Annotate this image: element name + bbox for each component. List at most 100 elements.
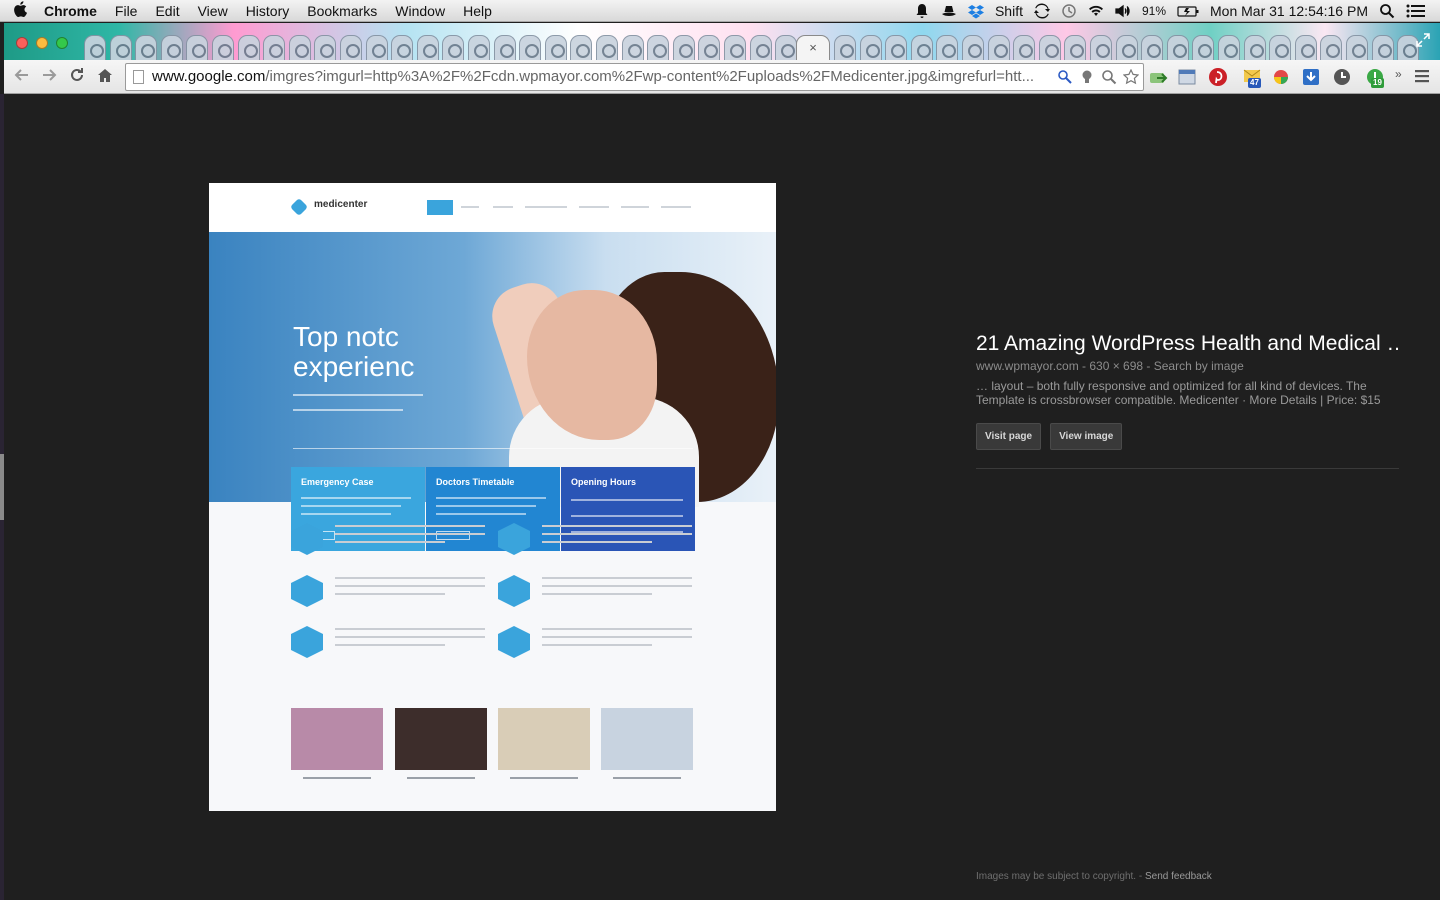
- pinned-tab[interactable]: [596, 35, 618, 60]
- pinned-tab[interactable]: [859, 35, 882, 60]
- view-image-button[interactable]: View image: [1050, 423, 1123, 450]
- pinned-tab[interactable]: [288, 35, 311, 60]
- pinned-tab[interactable]: [186, 35, 209, 60]
- pinned-tab[interactable]: [391, 35, 414, 60]
- pinned-tab[interactable]: [570, 35, 593, 60]
- notification-center-icon[interactable]: [1406, 3, 1426, 19]
- pinned-tab[interactable]: [1064, 35, 1087, 60]
- pinned-tab[interactable]: [1218, 35, 1240, 60]
- pinned-tab[interactable]: [1013, 35, 1036, 60]
- pinned-tab[interactable]: [724, 35, 746, 60]
- battery-icon[interactable]: [1177, 3, 1199, 19]
- pinned-tab[interactable]: [1115, 35, 1138, 60]
- menu-view[interactable]: View: [189, 3, 237, 19]
- pinned-tab[interactable]: [672, 35, 695, 60]
- pinned-tab[interactable]: [340, 35, 362, 60]
- extensions-overflow-icon[interactable]: »: [1395, 67, 1402, 81]
- menu-edit[interactable]: Edit: [146, 3, 188, 19]
- pinned-tab[interactable]: [1192, 35, 1215, 60]
- pinned-tab[interactable]: [1141, 35, 1164, 60]
- tab-active[interactable]: ×: [796, 35, 830, 60]
- pinned-tab[interactable]: [442, 35, 465, 60]
- dropbox-icon[interactable]: [967, 3, 984, 19]
- pinned-tab[interactable]: [544, 35, 567, 60]
- pinned-tab[interactable]: [987, 35, 1010, 60]
- pinned-tab[interactable]: [885, 35, 908, 60]
- download-icon[interactable]: [1301, 67, 1321, 87]
- pinned-tab[interactable]: [212, 35, 234, 60]
- menu-help[interactable]: Help: [454, 3, 501, 19]
- zoom-window-button[interactable]: [56, 37, 68, 49]
- image-meta[interactable]: www.wpmayor.com - 630 × 698 - Search by …: [976, 359, 1400, 373]
- bookmark-star-icon[interactable]: [1123, 69, 1139, 85]
- pinned-tab[interactable]: [1243, 35, 1266, 60]
- pinned-tab[interactable]: [1038, 35, 1061, 60]
- pinned-tab[interactable]: [416, 35, 439, 60]
- pinned-tab[interactable]: [910, 35, 933, 60]
- volume-icon[interactable]: [1115, 3, 1131, 19]
- battery-percent[interactable]: 91%: [1142, 4, 1166, 18]
- pinned-tab[interactable]: [365, 35, 388, 60]
- pinned-tab[interactable]: [621, 35, 644, 60]
- menu-file[interactable]: File: [106, 3, 147, 19]
- clock-extension-icon[interactable]: [1332, 67, 1352, 87]
- menu-window[interactable]: Window: [386, 3, 454, 19]
- incognito-hat-icon[interactable]: [941, 3, 957, 19]
- evernote-extension-icon[interactable]: 19: [1365, 67, 1385, 88]
- fullscreen-icon[interactable]: [1414, 32, 1432, 50]
- menu-history[interactable]: History: [237, 3, 299, 19]
- close-window-button[interactable]: [16, 37, 28, 49]
- wifi-icon[interactable]: [1088, 3, 1104, 19]
- pinned-tab[interactable]: [84, 35, 106, 60]
- minimize-window-button[interactable]: [36, 37, 48, 49]
- pinned-tab[interactable]: [775, 35, 798, 60]
- pinned-tab[interactable]: [263, 35, 286, 60]
- menubar-clock[interactable]: Mon Mar 31 12:54:16 PM: [1210, 3, 1368, 19]
- tab-close-icon[interactable]: ×: [809, 40, 817, 55]
- apple-icon[interactable]: [0, 0, 40, 21]
- menu-bookmarks[interactable]: Bookmarks: [298, 3, 386, 19]
- pinned-tab[interactable]: [936, 35, 959, 60]
- reload-button[interactable]: [66, 66, 88, 88]
- pinned-tab[interactable]: [647, 35, 670, 60]
- shift-label[interactable]: Shift: [995, 3, 1023, 19]
- address-url[interactable]: www.google.com/imgres?imgurl=http%3A%2F%…: [152, 64, 1047, 90]
- pinned-tab[interactable]: [519, 35, 542, 60]
- send-feedback-link[interactable]: Send feedback: [1145, 871, 1212, 882]
- pinned-tab[interactable]: [698, 35, 721, 60]
- pinned-tab[interactable]: [749, 35, 772, 60]
- spotlight-search-icon[interactable]: [1379, 3, 1395, 19]
- visit-page-button[interactable]: Visit page: [976, 423, 1042, 450]
- pinned-tab[interactable]: [468, 35, 490, 60]
- pinned-tab[interactable]: [962, 35, 984, 60]
- time-machine-icon[interactable]: [1061, 3, 1077, 19]
- pinned-tab[interactable]: [135, 35, 158, 60]
- pinned-tab[interactable]: [1320, 35, 1343, 60]
- back-button[interactable]: [11, 66, 33, 88]
- home-button[interactable]: [94, 66, 116, 88]
- pinned-tab[interactable]: [493, 35, 516, 60]
- pinned-tab[interactable]: [1346, 35, 1368, 60]
- address-bar[interactable]: www.google.com/imgres?imgurl=http%3A%2F%…: [125, 63, 1144, 91]
- pinned-tab[interactable]: [1166, 35, 1189, 60]
- lightbulb-icon[interactable]: [1079, 69, 1095, 85]
- pinterest-icon[interactable]: [1208, 67, 1228, 87]
- pinned-tab[interactable]: [160, 35, 183, 60]
- pinned-tab[interactable]: [1269, 35, 1292, 60]
- extension-arrow-icon[interactable]: [1148, 67, 1168, 87]
- zoom-icon[interactable]: [1101, 69, 1117, 85]
- pinned-tab[interactable]: [1371, 35, 1394, 60]
- pinned-tab[interactable]: [109, 35, 132, 60]
- chrome-menu-icon[interactable]: [1413, 67, 1431, 85]
- pinned-tab[interactable]: [237, 35, 260, 60]
- pinned-tab[interactable]: [834, 35, 856, 60]
- search-by-image-icon[interactable]: [1057, 69, 1073, 85]
- pinned-tab[interactable]: [1294, 35, 1317, 60]
- pinned-tab[interactable]: [1090, 35, 1112, 60]
- sync-icon[interactable]: [1033, 2, 1050, 19]
- notification-bell-icon[interactable]: [914, 3, 930, 19]
- preview-image[interactable]: medicenter Top notc experienc Emergency C…: [209, 183, 776, 811]
- color-wheel-icon[interactable]: [1271, 67, 1291, 87]
- image-title-link[interactable]: 21 Amazing WordPress Health and Medical …: [976, 332, 1400, 356]
- forward-button[interactable]: [38, 66, 60, 88]
